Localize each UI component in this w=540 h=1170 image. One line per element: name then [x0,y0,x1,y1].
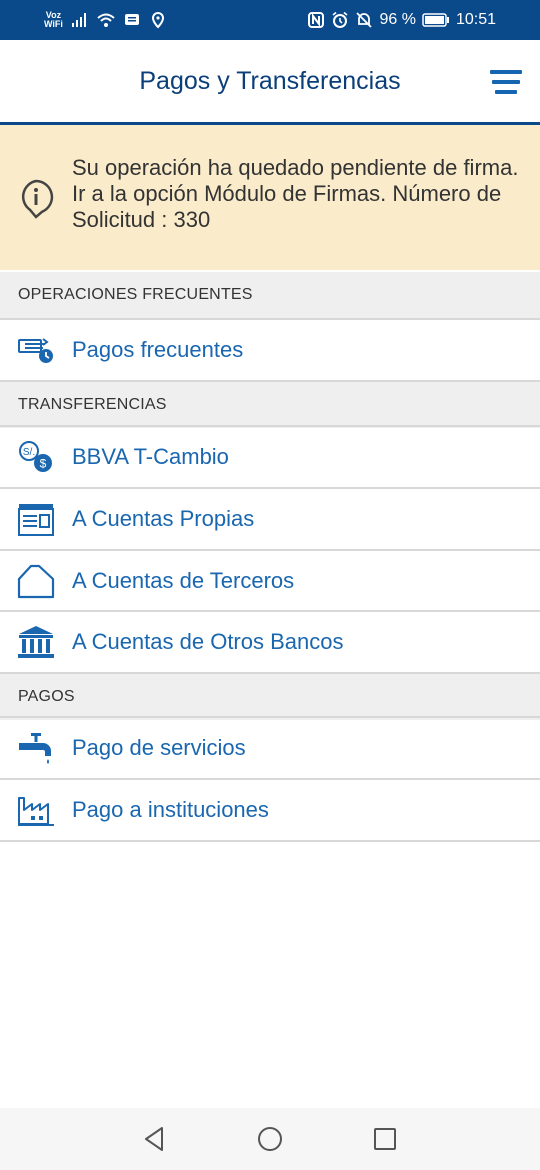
location-icon [151,11,164,29]
menu-item-label: A Cuentas Propias [72,506,255,531]
app-header: Pagos y Transferencias [0,40,540,122]
menu-item-label: Pago a instituciones [72,797,269,822]
mute-icon [356,12,373,28]
system-navigation-bar [0,1108,540,1170]
factory-icon [17,791,55,829]
faucet-icon [17,729,55,767]
section-header-payments: PAGOS [0,674,540,720]
menu-item-label: Pago de servicios [72,735,246,760]
menu-item-pago-instituciones[interactable]: Pago a instituciones [0,780,540,840]
home-icon[interactable] [255,1124,285,1154]
menu-item-label: Pagos frecuentes [72,337,244,362]
menu-item-label: A Cuentas de Otros Bancos [72,629,344,654]
house-icon [17,562,55,600]
own-accounts-icon [17,500,55,538]
page-title: Pagos y Transferencias [139,66,401,95]
voz-wifi-indicator: Voz WiFi [44,10,63,29]
wifi-icon [97,13,115,27]
menu-item-bbva-t-cambio[interactable]: S/. $ BBVA T-Cambio [0,427,540,487]
menu-item-label: BBVA T-Cambio [72,444,229,469]
section-header-transfers: TRANSFERENCIAS [0,382,540,428]
section-header-frequent: OPERACIONES FRECUENTES [0,272,540,318]
signal-icon [71,13,86,27]
menu-item-label: A Cuentas de Terceros [72,568,295,593]
message-icon [124,14,139,25]
alarm-icon [332,11,348,28]
nfc-icon [308,12,325,28]
back-icon[interactable] [140,1124,170,1154]
menu-item-pagos-frecuentes[interactable]: Pagos frecuentes [0,320,540,380]
battery-icon [422,13,449,27]
recents-icon[interactable] [370,1124,400,1154]
menu-item-cuentas-terceros[interactable]: A Cuentas de Terceros [0,551,540,611]
bank-icon [17,623,55,661]
frequent-payments-icon [17,331,55,369]
menu-icon[interactable] [490,70,522,96]
status-bar: Voz WiFi 96 % 10:51 [0,0,540,40]
currency-exchange-icon: S/. $ [17,438,55,476]
svg-text:$: $ [40,457,47,471]
pending-signature-notice: Su operación ha quedado pendiente de fir… [0,125,540,270]
menu-item-otros-bancos[interactable]: A Cuentas de Otros Bancos [0,612,540,672]
battery-percentage: 96 % [379,11,416,28]
menu-item-cuentas-propias[interactable]: A Cuentas Propias [0,489,540,549]
notice-message: Su operación ha quedado pendiente de fir… [72,155,519,232]
divider [0,840,540,842]
svg-text:S/.: S/. [23,447,35,458]
info-icon [21,179,54,219]
clock: 10:51 [455,11,496,28]
menu-item-pago-servicios[interactable]: Pago de servicios [0,718,540,778]
